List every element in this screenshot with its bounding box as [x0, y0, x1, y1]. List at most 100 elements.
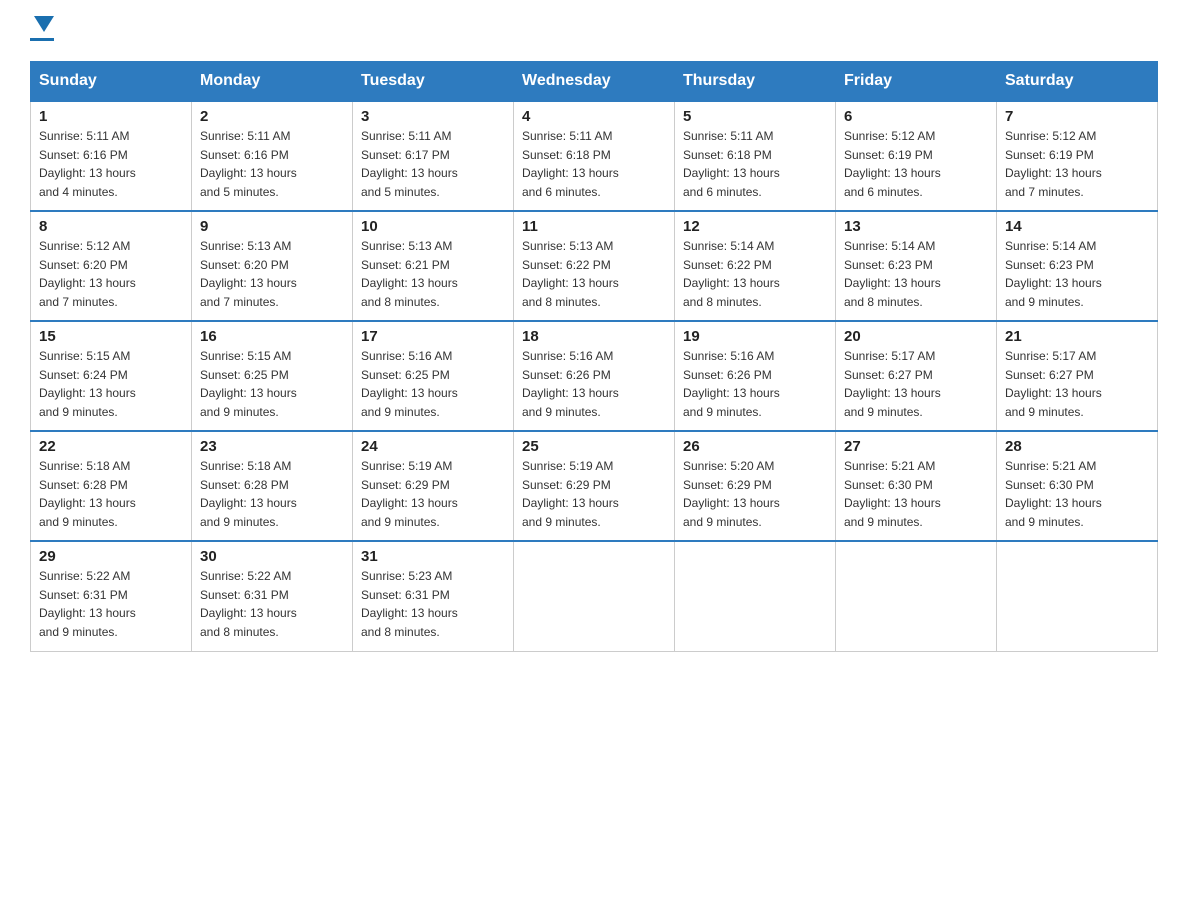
- calendar-cell: 12 Sunrise: 5:14 AM Sunset: 6:22 PM Dayli…: [675, 211, 836, 321]
- day-info: Sunrise: 5:20 AM Sunset: 6:29 PM Dayligh…: [683, 457, 827, 531]
- calendar-header-row: SundayMondayTuesdayWednesdayThursdayFrid…: [31, 62, 1158, 102]
- day-number: 6: [844, 108, 988, 125]
- day-number: 27: [844, 438, 988, 455]
- calendar-cell: 17Sunrise: 5:16 AM Sunset: 6:25 PM Dayli…: [353, 321, 514, 431]
- day-number: 9: [200, 218, 344, 235]
- logo-triangle-icon: [34, 16, 54, 32]
- day-number: 12: [683, 218, 827, 235]
- calendar-cell: 2 Sunrise: 5:11 AM Sunset: 6:16 PM Daylig…: [192, 101, 353, 211]
- day-number: 11: [522, 218, 666, 235]
- calendar-cell: 9Sunrise: 5:13 AM Sunset: 6:20 PM Daylig…: [192, 211, 353, 321]
- day-number: 4: [522, 108, 666, 125]
- day-info: Sunrise: 5:11 AM Sunset: 6:17 PM Dayligh…: [361, 127, 505, 201]
- day-info: Sunrise: 5:18 AM Sunset: 6:28 PM Dayligh…: [39, 457, 183, 531]
- calendar-cell: 7 Sunrise: 5:12 AM Sunset: 6:19 PM Daylig…: [997, 101, 1158, 211]
- day-number: 31: [361, 548, 505, 565]
- calendar-cell: 21Sunrise: 5:17 AM Sunset: 6:27 PM Dayli…: [997, 321, 1158, 431]
- day-number: 3: [361, 108, 505, 125]
- calendar-week-row: 15Sunrise: 5:15 AM Sunset: 6:24 PM Dayli…: [31, 321, 1158, 431]
- logo-underline: [30, 38, 54, 41]
- calendar-cell: 4 Sunrise: 5:11 AM Sunset: 6:18 PM Daylig…: [514, 101, 675, 211]
- day-info: Sunrise: 5:19 AM Sunset: 6:29 PM Dayligh…: [522, 457, 666, 531]
- weekday-header-saturday: Saturday: [997, 62, 1158, 102]
- calendar-cell: [675, 541, 836, 651]
- logo: [30, 20, 54, 41]
- weekday-header-sunday: Sunday: [31, 62, 192, 102]
- calendar-table: SundayMondayTuesdayWednesdayThursdayFrid…: [30, 61, 1158, 652]
- day-number: 2: [200, 108, 344, 125]
- day-number: 13: [844, 218, 988, 235]
- day-info: Sunrise: 5:14 AM Sunset: 6:23 PM Dayligh…: [844, 237, 988, 311]
- calendar-cell: [514, 541, 675, 651]
- calendar-cell: 23 Sunrise: 5:18 AM Sunset: 6:28 PM Dayli…: [192, 431, 353, 541]
- day-number: 16: [200, 328, 344, 345]
- day-info: Sunrise: 5:17 AM Sunset: 6:27 PM Dayligh…: [844, 347, 988, 421]
- calendar-cell: 30 Sunrise: 5:22 AM Sunset: 6:31 PM Dayli…: [192, 541, 353, 651]
- day-number: 22: [39, 438, 183, 455]
- calendar-cell: 22 Sunrise: 5:18 AM Sunset: 6:28 PM Dayli…: [31, 431, 192, 541]
- day-info: Sunrise: 5:19 AM Sunset: 6:29 PM Dayligh…: [361, 457, 505, 531]
- calendar-cell: 1 Sunrise: 5:11 AM Sunset: 6:16 PM Daylig…: [31, 101, 192, 211]
- day-number: 26: [683, 438, 827, 455]
- calendar-cell: 26 Sunrise: 5:20 AM Sunset: 6:29 PM Dayli…: [675, 431, 836, 541]
- calendar-cell: 3 Sunrise: 5:11 AM Sunset: 6:17 PM Daylig…: [353, 101, 514, 211]
- day-info: Sunrise: 5:22 AM Sunset: 6:31 PM Dayligh…: [200, 567, 344, 641]
- calendar-cell: 5 Sunrise: 5:11 AM Sunset: 6:18 PM Daylig…: [675, 101, 836, 211]
- calendar-cell: 10 Sunrise: 5:13 AM Sunset: 6:21 PM Dayli…: [353, 211, 514, 321]
- calendar-cell: 18 Sunrise: 5:16 AM Sunset: 6:26 PM Dayli…: [514, 321, 675, 431]
- calendar-cell: 19Sunrise: 5:16 AM Sunset: 6:26 PM Dayli…: [675, 321, 836, 431]
- day-info: Sunrise: 5:15 AM Sunset: 6:24 PM Dayligh…: [39, 347, 183, 421]
- day-number: 10: [361, 218, 505, 235]
- calendar-cell: 6 Sunrise: 5:12 AM Sunset: 6:19 PM Daylig…: [836, 101, 997, 211]
- day-number: 1: [39, 108, 183, 125]
- calendar-cell: 27 Sunrise: 5:21 AM Sunset: 6:30 PM Dayli…: [836, 431, 997, 541]
- day-number: 5: [683, 108, 827, 125]
- calendar-cell: 29 Sunrise: 5:22 AM Sunset: 6:31 PM Dayli…: [31, 541, 192, 651]
- weekday-header-wednesday: Wednesday: [514, 62, 675, 102]
- day-info: Sunrise: 5:21 AM Sunset: 6:30 PM Dayligh…: [844, 457, 988, 531]
- calendar-week-row: 29 Sunrise: 5:22 AM Sunset: 6:31 PM Dayli…: [31, 541, 1158, 651]
- day-info: Sunrise: 5:15 AM Sunset: 6:25 PM Dayligh…: [200, 347, 344, 421]
- calendar-cell: 25Sunrise: 5:19 AM Sunset: 6:29 PM Dayli…: [514, 431, 675, 541]
- day-info: Sunrise: 5:12 AM Sunset: 6:19 PM Dayligh…: [1005, 127, 1149, 201]
- day-number: 23: [200, 438, 344, 455]
- day-info: Sunrise: 5:16 AM Sunset: 6:26 PM Dayligh…: [522, 347, 666, 421]
- day-info: Sunrise: 5:12 AM Sunset: 6:20 PM Dayligh…: [39, 237, 183, 311]
- day-info: Sunrise: 5:18 AM Sunset: 6:28 PM Dayligh…: [200, 457, 344, 531]
- day-info: Sunrise: 5:11 AM Sunset: 6:16 PM Dayligh…: [39, 127, 183, 201]
- calendar-week-row: 1 Sunrise: 5:11 AM Sunset: 6:16 PM Daylig…: [31, 101, 1158, 211]
- day-info: Sunrise: 5:11 AM Sunset: 6:18 PM Dayligh…: [683, 127, 827, 201]
- day-info: Sunrise: 5:11 AM Sunset: 6:16 PM Dayligh…: [200, 127, 344, 201]
- calendar-cell: 11Sunrise: 5:13 AM Sunset: 6:22 PM Dayli…: [514, 211, 675, 321]
- day-number: 8: [39, 218, 183, 235]
- day-number: 20: [844, 328, 988, 345]
- calendar-cell: 28Sunrise: 5:21 AM Sunset: 6:30 PM Dayli…: [997, 431, 1158, 541]
- calendar-cell: 13 Sunrise: 5:14 AM Sunset: 6:23 PM Dayli…: [836, 211, 997, 321]
- weekday-header-tuesday: Tuesday: [353, 62, 514, 102]
- day-number: 17: [361, 328, 505, 345]
- day-info: Sunrise: 5:17 AM Sunset: 6:27 PM Dayligh…: [1005, 347, 1149, 421]
- day-info: Sunrise: 5:16 AM Sunset: 6:26 PM Dayligh…: [683, 347, 827, 421]
- calendar-cell: 15Sunrise: 5:15 AM Sunset: 6:24 PM Dayli…: [31, 321, 192, 431]
- calendar-cell: 24 Sunrise: 5:19 AM Sunset: 6:29 PM Dayli…: [353, 431, 514, 541]
- day-info: Sunrise: 5:12 AM Sunset: 6:19 PM Dayligh…: [844, 127, 988, 201]
- day-info: Sunrise: 5:14 AM Sunset: 6:22 PM Dayligh…: [683, 237, 827, 311]
- calendar-cell: 8 Sunrise: 5:12 AM Sunset: 6:20 PM Daylig…: [31, 211, 192, 321]
- day-number: 18: [522, 328, 666, 345]
- day-number: 29: [39, 548, 183, 565]
- calendar-cell: 16 Sunrise: 5:15 AM Sunset: 6:25 PM Dayli…: [192, 321, 353, 431]
- day-info: Sunrise: 5:13 AM Sunset: 6:21 PM Dayligh…: [361, 237, 505, 311]
- day-number: 30: [200, 548, 344, 565]
- calendar-cell: 20 Sunrise: 5:17 AM Sunset: 6:27 PM Dayli…: [836, 321, 997, 431]
- weekday-header-monday: Monday: [192, 62, 353, 102]
- day-number: 24: [361, 438, 505, 455]
- calendar-week-row: 22 Sunrise: 5:18 AM Sunset: 6:28 PM Dayli…: [31, 431, 1158, 541]
- calendar-cell: [997, 541, 1158, 651]
- calendar-cell: [836, 541, 997, 651]
- day-info: Sunrise: 5:21 AM Sunset: 6:30 PM Dayligh…: [1005, 457, 1149, 531]
- day-number: 7: [1005, 108, 1149, 125]
- day-info: Sunrise: 5:11 AM Sunset: 6:18 PM Dayligh…: [522, 127, 666, 201]
- calendar-week-row: 8 Sunrise: 5:12 AM Sunset: 6:20 PM Daylig…: [31, 211, 1158, 321]
- day-info: Sunrise: 5:22 AM Sunset: 6:31 PM Dayligh…: [39, 567, 183, 641]
- page-header: [30, 20, 1158, 41]
